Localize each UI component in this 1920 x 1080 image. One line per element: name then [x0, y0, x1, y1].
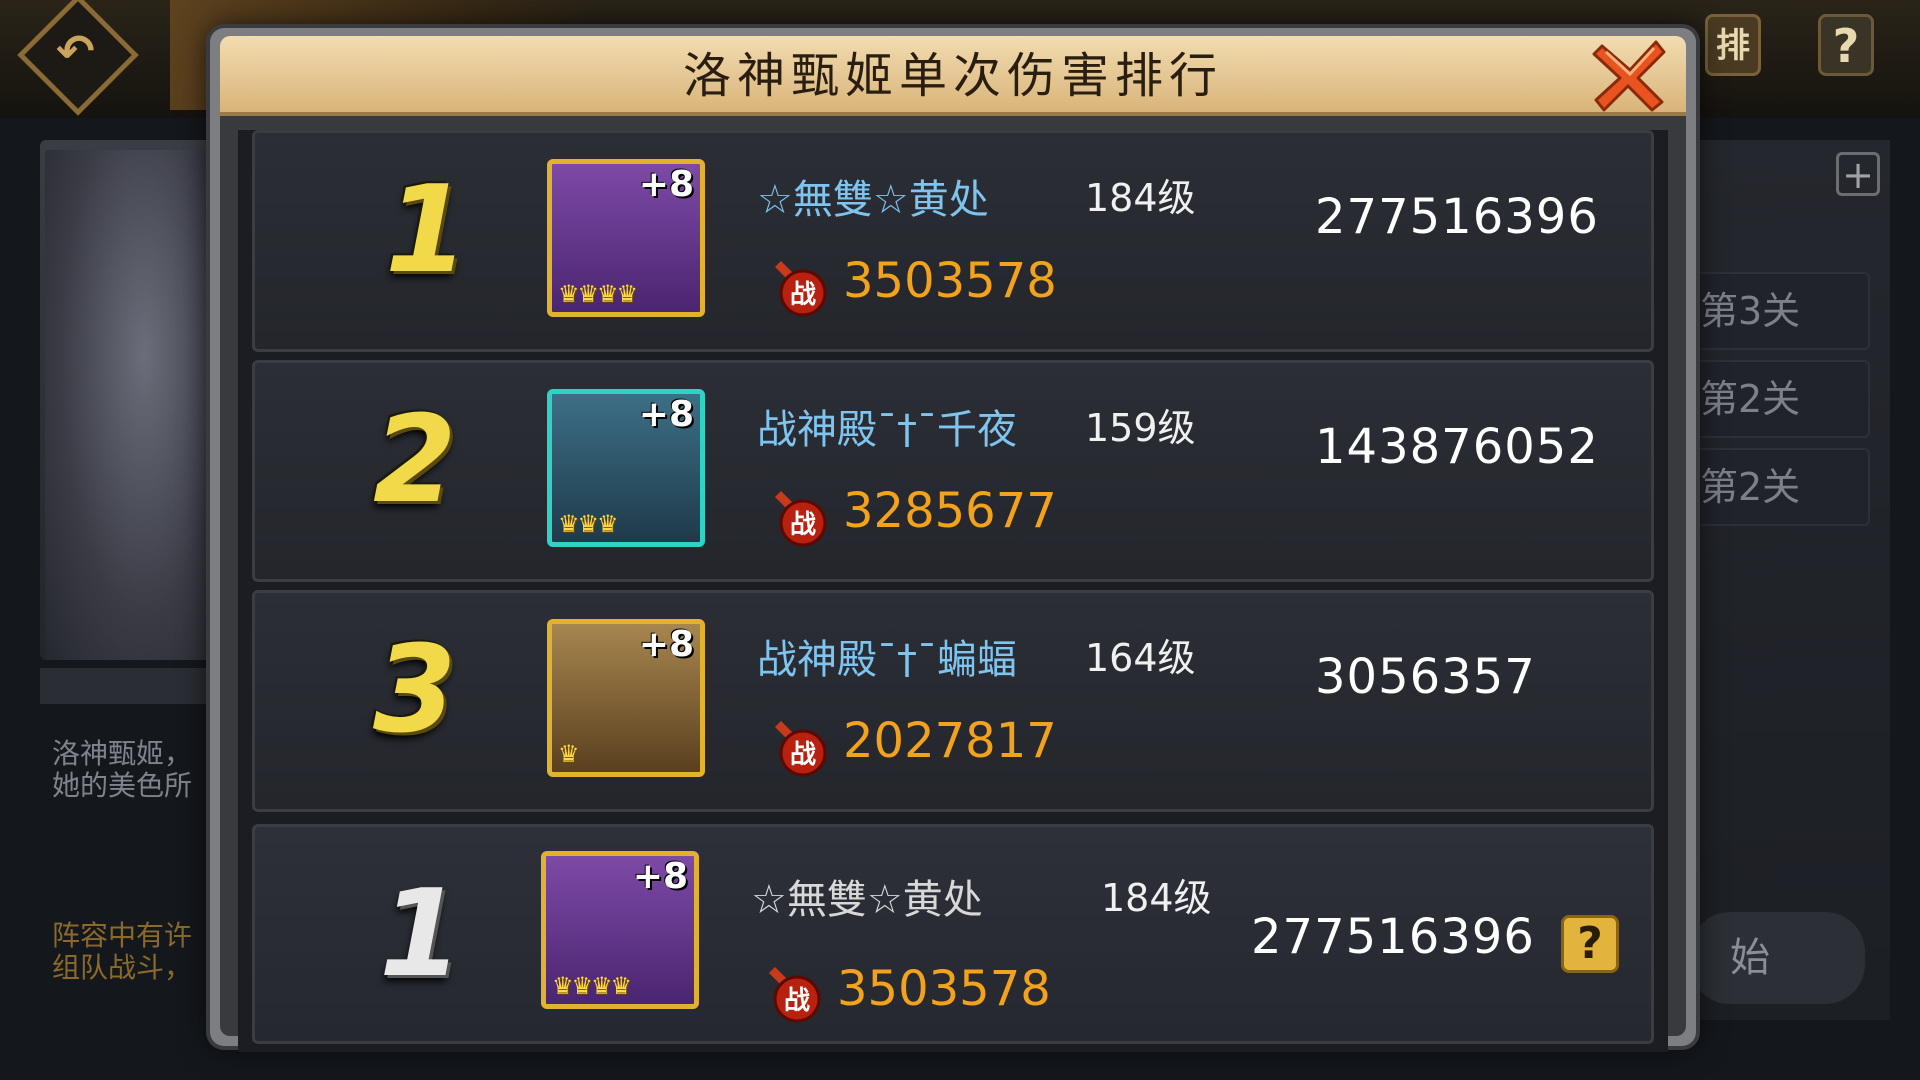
ranking-row[interactable]: 2 +8 ♛♛♛ 战神殿ˉ†ˉ千夜 159级 战 3285677 1438760…	[252, 360, 1654, 582]
my-hero-avatar[interactable]: +8 ♛♛♛♛	[541, 851, 699, 1009]
crown-icon: ♛♛♛♛	[558, 280, 638, 308]
damage-value: 277516396	[1315, 189, 1599, 245]
boss-name-bar	[40, 668, 215, 704]
my-player-name: ☆無雙☆黄处	[751, 877, 983, 923]
battle-power-icon: 战	[775, 261, 827, 317]
ranking-button[interactable]: 排	[1705, 14, 1761, 76]
add-button[interactable]: +	[1836, 152, 1880, 196]
ranking-row[interactable]: 1 +8 ♛♛♛♛ ☆無雙☆黄处 184级 战 3503578 27751639…	[252, 130, 1654, 352]
help-button-top[interactable]: ?	[1818, 14, 1874, 76]
battle-power-icon: 战	[775, 721, 827, 777]
boss-portrait	[45, 150, 210, 660]
player-level: 159级	[1085, 406, 1196, 450]
question-help-button[interactable]: ?	[1561, 915, 1619, 973]
rank-number: 1	[385, 161, 469, 300]
damage-value: 3056357	[1315, 649, 1536, 705]
battle-power: 2027817	[843, 713, 1057, 769]
ranking-list[interactable]: 1 +8 ♛♛♛♛ ☆無雙☆黄处 184级 战 3503578 27751639…	[238, 130, 1668, 1052]
my-rank-number: 1	[379, 865, 463, 1004]
my-player-level: 184级	[1101, 876, 1212, 920]
my-battle-power: 3503578	[837, 961, 1051, 1017]
my-damage-value: 277516396	[1251, 909, 1535, 965]
player-name: 战神殿ˉ†ˉ千夜	[757, 407, 1017, 453]
svg-text:战: 战	[790, 740, 816, 770]
hero-avatar[interactable]: +8 ♛♛♛	[547, 389, 705, 547]
ranking-modal: 洛神甄姬单次伤害排行 1 +8 ♛♛♛♛ ☆無雙☆黄处 184级 战 35035…	[210, 28, 1696, 1052]
enhance-level: +8	[638, 624, 694, 665]
stage-item[interactable]: 第3关	[1690, 272, 1870, 350]
back-arrow-icon: ↶	[56, 23, 95, 78]
player-level: 184级	[1085, 176, 1196, 220]
svg-text:战: 战	[790, 510, 816, 540]
damage-value: 143876052	[1315, 419, 1599, 475]
svg-text:战: 战	[784, 986, 810, 1016]
modal-title: 洛神甄姬单次伤害排行	[682, 48, 1223, 104]
start-button[interactable]: 始	[1690, 912, 1865, 1004]
enhance-level: +8	[632, 856, 688, 897]
player-level: 164级	[1085, 636, 1196, 680]
battle-power-icon: 战	[775, 491, 827, 547]
close-button[interactable]	[1590, 36, 1670, 116]
crown-icon: ♛♛♛♛	[552, 972, 632, 1000]
boss-description: 洛神甄姬， 她的美色所	[52, 738, 193, 802]
my-ranking-row[interactable]: 1 +8 ♛♛♛♛ ☆無雙☆黄处 184级 战 3503578 27751639…	[252, 824, 1654, 1044]
player-name: 战神殿ˉ†ˉ蝙蝠	[757, 637, 1017, 683]
enhance-level: +8	[638, 164, 694, 205]
battle-power: 3285677	[843, 483, 1057, 539]
hero-avatar[interactable]: +8 ♛	[547, 619, 705, 777]
battle-power: 3503578	[843, 253, 1057, 309]
ranking-row[interactable]: 3 +8 ♛ 战神殿ˉ†ˉ蝙蝠 164级 战 2027817 3056357	[252, 590, 1654, 812]
crown-icon: ♛	[558, 740, 579, 768]
svg-text:战: 战	[790, 280, 816, 310]
hero-avatar[interactable]: +8 ♛♛♛♛	[547, 159, 705, 317]
crown-icon: ♛♛♛	[558, 510, 619, 538]
team-hint: 阵容中有许 组队战斗，	[52, 920, 193, 984]
player-name: ☆無雙☆黄处	[757, 177, 989, 223]
stage-item[interactable]: 第2关	[1690, 448, 1870, 526]
modal-header: 洛神甄姬单次伤害排行	[220, 36, 1686, 116]
close-x-icon	[1592, 40, 1666, 112]
stage-item[interactable]: 第2关	[1690, 360, 1870, 438]
rank-number: 2	[373, 391, 457, 530]
rank-number: 3	[373, 621, 457, 760]
enhance-level: +8	[638, 394, 694, 435]
battle-power-icon: 战	[769, 967, 821, 1023]
